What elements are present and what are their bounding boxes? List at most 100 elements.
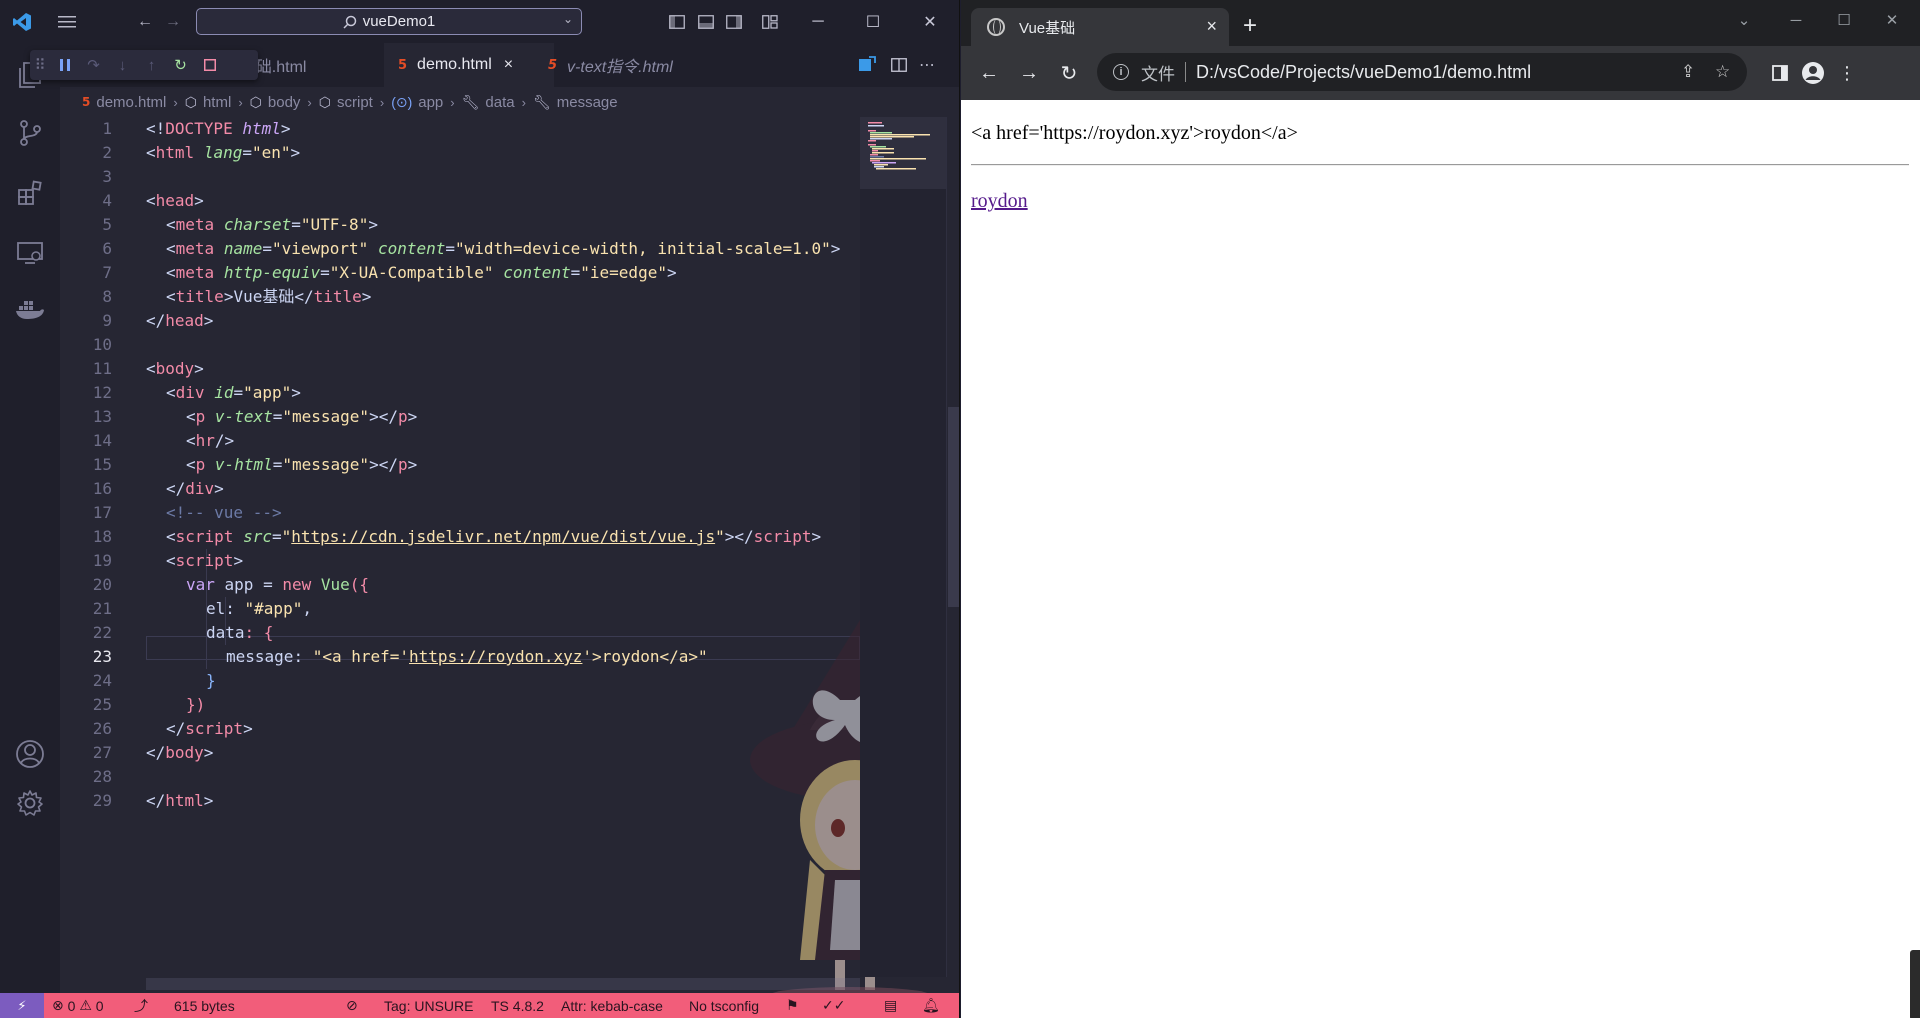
remote-explorer-icon[interactable]: [12, 235, 48, 271]
accounts-icon[interactable]: [12, 736, 48, 772]
maximize-button[interactable]: ☐: [850, 0, 896, 43]
activity-bar: [0, 43, 60, 993]
breadcrumb-separator-icon: ›: [173, 94, 178, 110]
toggle-panel-icon[interactable]: [694, 0, 718, 43]
token: <: [166, 383, 176, 402]
address-url[interactable]: D:/vsCode/Projects/vueDemo1/demo.html: [1196, 62, 1531, 83]
tab-demo[interactable]: 5 demo.html ×: [384, 43, 554, 87]
side-panel-icon[interactable]: [1764, 57, 1796, 89]
feedback-icon[interactable]: ⚑: [786, 993, 799, 1018]
menu-icon[interactable]: [52, 0, 82, 43]
browser-forward-icon[interactable]: →: [1013, 57, 1045, 89]
tab-close-icon[interactable]: ×: [504, 56, 513, 74]
step-out-icon[interactable]: ↑: [137, 50, 166, 80]
toggle-secondary-sidebar-icon[interactable]: [722, 0, 746, 43]
tab-label: v-text指令.html: [567, 59, 673, 76]
url-link[interactable]: https://roydon.xyz: [409, 647, 582, 666]
docker-icon[interactable]: [12, 291, 48, 327]
split-editor-icon[interactable]: [886, 43, 912, 87]
breadcrumb-html[interactable]: ⬡ html: [185, 94, 232, 111]
token: </: [146, 791, 166, 810]
scrollbar-thumb[interactable]: [948, 407, 959, 607]
token: script: [175, 527, 234, 546]
web-page: <a href='https://roydon.xyz'>roydon</a> …: [961, 100, 1920, 1018]
drag-handle-icon[interactable]: ⠿: [30, 50, 50, 80]
token: >: [407, 407, 418, 426]
pause-icon[interactable]: [50, 50, 79, 80]
tab-search-chevron-icon[interactable]: ⌄: [1719, 0, 1769, 40]
browser-menu-icon[interactable]: ⋮: [1831, 57, 1863, 89]
source-control-icon[interactable]: [12, 115, 48, 151]
stop-icon[interactable]: [195, 50, 224, 80]
token: el: [206, 599, 226, 618]
profile-avatar-icon[interactable]: [1797, 57, 1829, 89]
line-number: 13: [92, 407, 112, 426]
token: meta: [175, 263, 215, 282]
code-line: 5 <meta charset="UTF-8">: [60, 213, 860, 237]
problems-status[interactable]: ⊗ 0 ⚠ 0: [52, 993, 104, 1018]
step-into-icon[interactable]: ↓: [108, 50, 137, 80]
browser-back-icon[interactable]: ←: [973, 57, 1005, 89]
url-link[interactable]: https://cdn.jsdelivr.net/npm/vue/dist/vu…: [291, 527, 715, 546]
attr-status[interactable]: Attr: kebab-case: [561, 993, 663, 1018]
breadcrumb-script[interactable]: ⬡ script: [319, 94, 373, 111]
vertical-scrollbar[interactable]: [946, 117, 959, 977]
token: new: [282, 575, 312, 594]
toggle-primary-sidebar-icon[interactable]: [665, 0, 689, 43]
ts-version-status[interactable]: TS 4.8.2: [491, 993, 544, 1018]
tsconfig-status[interactable]: No tsconfig: [689, 993, 759, 1018]
token: charset: [223, 215, 292, 234]
token: content: [503, 263, 571, 282]
token: "en": [251, 143, 291, 162]
breadcrumb-body[interactable]: ⬡ body: [250, 94, 301, 111]
browser-minimize-button[interactable]: ─: [1771, 0, 1821, 40]
bell-icon[interactable]: 🔔︎: [922, 993, 940, 1018]
breadcrumb-file[interactable]: 5 demo.html: [82, 94, 166, 111]
breadcrumb-message[interactable]: 🔧︎ message: [533, 94, 618, 111]
step-over-icon[interactable]: ↷: [79, 50, 108, 80]
chevron-down-icon[interactable]: ⌄: [563, 12, 573, 26]
command-center[interactable]: vueDemo1 ⌄: [196, 8, 582, 35]
browser-maximize-button[interactable]: ☐: [1819, 0, 1869, 40]
share-icon[interactable]: ⇪: [1681, 62, 1695, 82]
prettier-icon[interactable]: ✓✓: [822, 993, 845, 1018]
tab-v-text[interactable]: 5 v-text指令.html: [534, 43, 724, 87]
extensions-icon[interactable]: [12, 175, 48, 211]
back-icon[interactable]: ←: [132, 0, 158, 43]
new-tab-button[interactable]: +: [1243, 12, 1257, 40]
browser-tab[interactable]: Vue基础 ×: [971, 8, 1229, 46]
manage-gear-icon[interactable]: [12, 785, 48, 821]
site-info-icon[interactable]: i: [1113, 64, 1129, 80]
more-actions-icon[interactable]: ⋯: [914, 43, 940, 87]
minimap[interactable]: [860, 117, 946, 977]
breadcrumb-app[interactable]: (⊙) app: [391, 94, 443, 111]
tag-status[interactable]: Tag: UNSURE: [384, 993, 473, 1018]
token: script: [185, 719, 244, 738]
bookmark-star-icon[interactable]: ☆: [1715, 62, 1730, 82]
breadcrumb-data[interactable]: 🔧︎ data: [462, 94, 515, 111]
notification-settings-icon[interactable]: ▤: [884, 993, 897, 1018]
token: <: [166, 215, 176, 234]
element-icon: ⬡: [249, 93, 262, 110]
browser-close-button[interactable]: ✕: [1867, 0, 1917, 40]
preview-icon[interactable]: [854, 43, 880, 87]
reload-icon[interactable]: ↻: [1053, 57, 1085, 89]
browser-tab-close-icon[interactable]: ×: [1206, 16, 1217, 37]
copilot-icon[interactable]: ⊘: [346, 993, 358, 1018]
live-share-icon[interactable]: ⤴: [134, 993, 148, 1018]
minimize-button[interactable]: ─: [795, 0, 841, 43]
horizontal-scrollbar[interactable]: [146, 978, 860, 990]
restart-icon[interactable]: ↻: [166, 50, 195, 80]
address-bar[interactable]: i 文件 D:/vsCode/Projects/vueDemo1/demo.ht…: [1097, 53, 1747, 91]
customize-layout-icon[interactable]: [758, 0, 782, 43]
close-window-button[interactable]: ✕: [907, 0, 953, 43]
file-size-status[interactable]: 615 bytes: [174, 993, 235, 1018]
remote-indicator-icon[interactable]: ⚡: [0, 993, 44, 1018]
roydon-link[interactable]: roydon: [971, 190, 1028, 213]
forward-icon[interactable]: →: [160, 0, 186, 43]
html5-icon: 5: [398, 57, 408, 73]
token: head: [155, 191, 195, 210]
token: html: [155, 143, 195, 162]
